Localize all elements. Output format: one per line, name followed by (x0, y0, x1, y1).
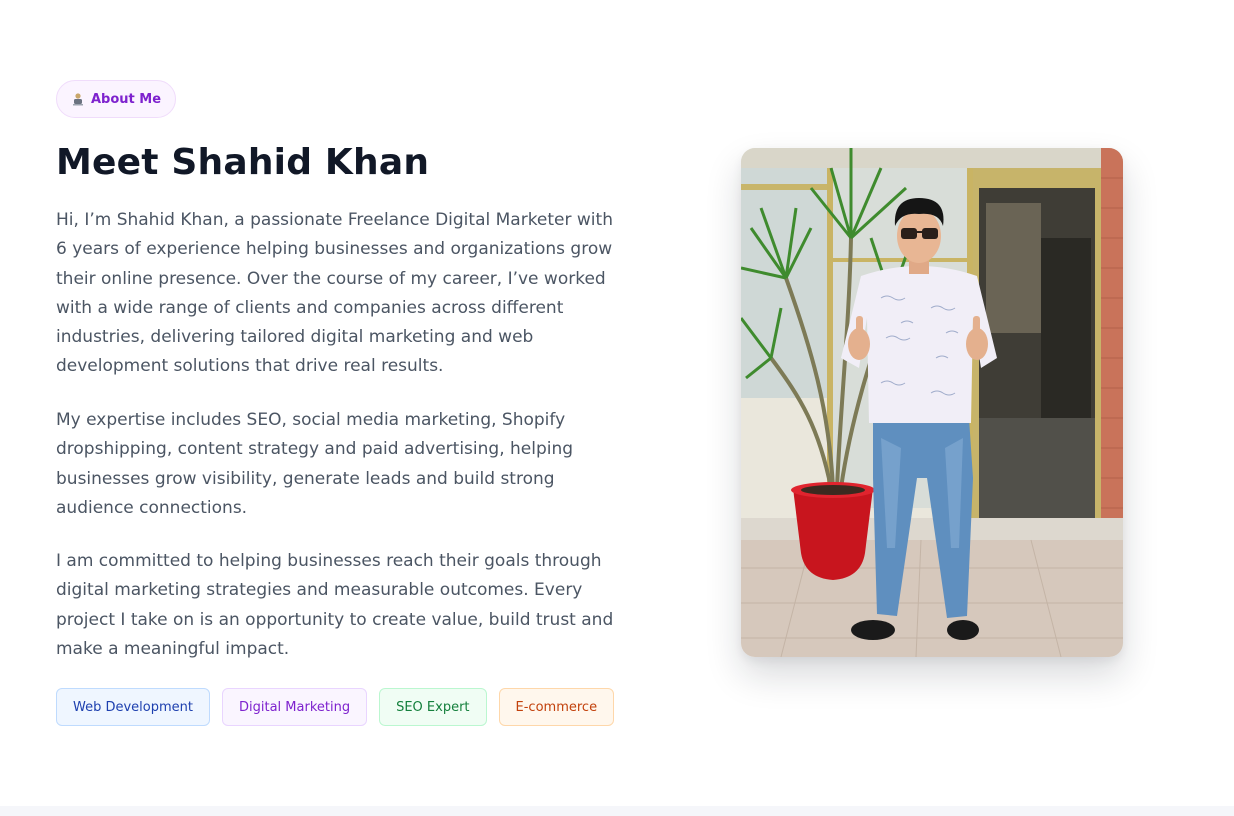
profile-photo (741, 148, 1123, 657)
tag-web-development: Web Development (56, 688, 210, 726)
page-title: Meet Shahid Khan (56, 142, 430, 183)
tag-e-commerce: E-commerce (498, 688, 615, 726)
commitment-paragraph: I am committed to helping businesses rea… (56, 551, 614, 659)
intro-paragraph: Hi, I’m Shahid Khan, a passionate Freela… (56, 210, 613, 377)
skill-tags: Web Development Digital Marketing SEO Ex… (56, 688, 615, 726)
person-icon (71, 92, 85, 106)
about-badge-label: About Me (90, 91, 162, 107)
tag-digital-marketing: Digital Marketing (222, 688, 368, 726)
tag-seo-expert: SEO Expert (379, 688, 487, 726)
expertise-paragraph: My expertise includes SEO, social media … (56, 410, 574, 518)
footer-divider (0, 806, 1234, 816)
about-section: About Me Meet Shahid Khan Hi, I’m Shahid… (0, 0, 1234, 806)
about-badge: About Me (56, 80, 176, 118)
